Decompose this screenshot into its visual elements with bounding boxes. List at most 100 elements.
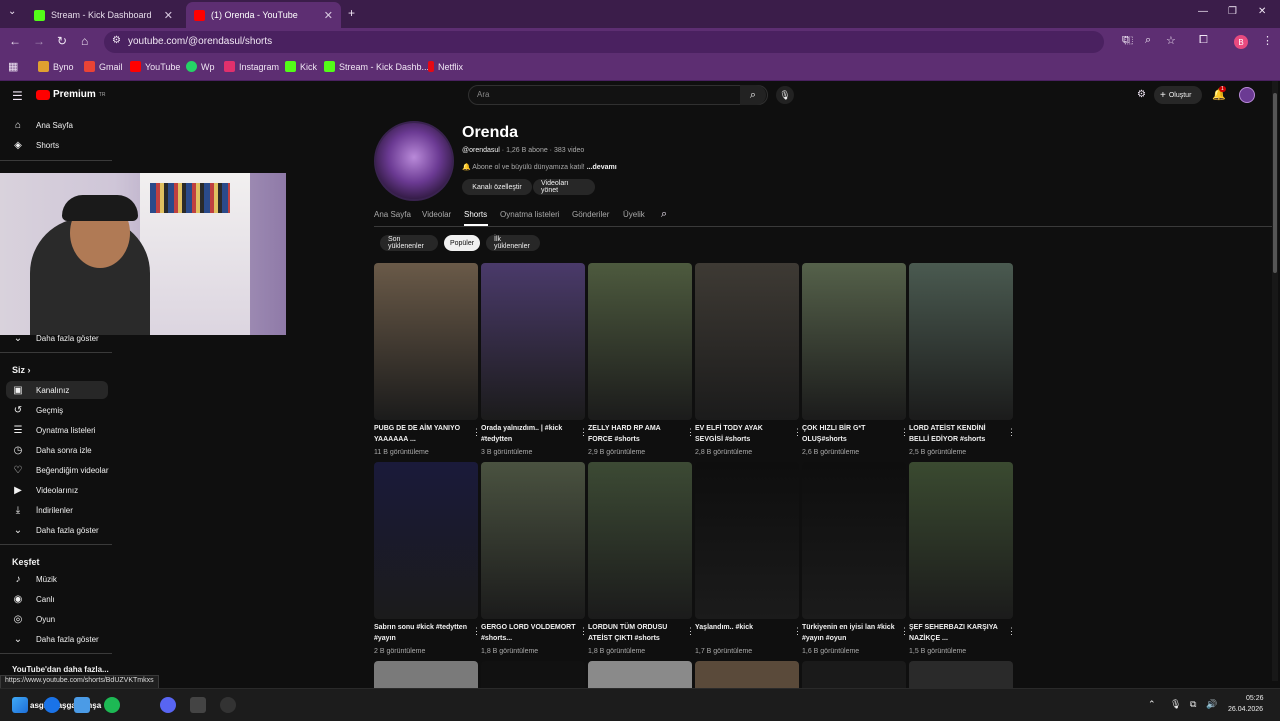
mic-icon[interactable]: 🎙 <box>776 86 794 104</box>
close-tab-icon[interactable]: ✕ <box>324 9 333 22</box>
short-thumbnail[interactable] <box>909 462 1013 619</box>
more-options-icon[interactable]: ⋮ <box>1007 626 1016 637</box>
bookmark-byno[interactable]: Byno <box>38 61 74 72</box>
tab-shorts[interactable]: Shorts <box>464 210 487 219</box>
app-taskbar-icon[interactable] <box>74 697 90 713</box>
tray-mic-icon[interactable]: 🎙 <box>1170 699 1181 710</box>
sidebar-item-downloads[interactable]: ⤓ İndirilenler <box>12 505 73 516</box>
short-thumbnail[interactable] <box>588 661 692 689</box>
channel-avatar[interactable] <box>374 121 454 201</box>
short-title[interactable]: ŞEF SEHERBAZI KARŞIYA NAZİKÇE ... <box>909 622 1005 644</box>
create-button[interactable]: + Oluştur <box>1154 86 1202 104</box>
home-browser-icon[interactable]: ⌂ <box>81 34 88 48</box>
scrollbar-thumb[interactable] <box>1273 93 1277 273</box>
short-thumbnail[interactable] <box>695 462 799 619</box>
bookmark-kick[interactable]: Kick <box>285 61 317 72</box>
tray-chevron-icon[interactable]: ⌃ <box>1148 699 1156 710</box>
search-input[interactable]: Ara <box>468 85 768 105</box>
chrome-taskbar-icon[interactable] <box>44 697 60 713</box>
more-options-icon[interactable]: ⋮ <box>900 626 909 637</box>
more-options-icon[interactable]: ⋮ <box>472 626 481 637</box>
network-icon[interactable]: ⧉ <box>1190 699 1196 710</box>
volume-icon[interactable]: 🔊 <box>1206 699 1217 710</box>
windows-start-icon[interactable] <box>12 697 28 713</box>
short-thumbnail[interactable] <box>374 263 478 420</box>
tab-membership[interactable]: Üyelik <box>623 210 645 219</box>
sidebar-item-watch-later[interactable]: ◷ Daha sonra izle <box>12 445 92 456</box>
extensions-icon[interactable]: ⧠ <box>1199 34 1208 47</box>
tab-playlists[interactable]: Oynatma listeleri <box>500 210 560 219</box>
short-thumbnail[interactable] <box>588 263 692 420</box>
site-info-icon[interactable]: ⚙ <box>112 35 121 46</box>
filter-popular[interactable]: Popüler <box>444 235 480 251</box>
page-scrollbar[interactable] <box>1272 81 1278 681</box>
bookmark-youtube[interactable]: YouTube <box>130 61 180 72</box>
manage-videos-button[interactable]: Videoları yönet <box>533 179 595 195</box>
more-options-icon[interactable]: ⋮ <box>1007 427 1016 438</box>
discord-taskbar-icon[interactable] <box>160 697 176 713</box>
maximize-icon[interactable]: ❐ <box>1228 6 1237 17</box>
tab-youtube-orenda[interactable]: (1) Orenda - YouTube ✕ <box>186 2 341 28</box>
short-thumbnail[interactable] <box>374 661 478 689</box>
more-options-icon[interactable]: ⋮ <box>579 427 588 438</box>
menu-icon[interactable]: ⋮ <box>1262 34 1273 47</box>
sidebar-more-3[interactable]: ⌄ Daha fazla göster <box>12 634 99 645</box>
reload-icon[interactable]: ↻ <box>57 34 67 48</box>
more-options-icon[interactable]: ⋮ <box>686 427 695 438</box>
short-title[interactable]: LORDUN TÜM ORDUSU ATEİST ÇIKTI #shorts <box>588 622 684 644</box>
minimize-icon[interactable]: — <box>1198 6 1208 17</box>
short-thumbnail[interactable] <box>909 661 1013 689</box>
close-tab-icon[interactable]: ✕ <box>164 9 173 22</box>
short-thumbnail[interactable] <box>802 661 906 689</box>
sidebar-item-your-videos[interactable]: ▶ Videolarınız <box>12 485 78 496</box>
sidebar-item-gaming[interactable]: ◎ Oyun <box>12 614 56 625</box>
tab-home[interactable]: Ana Sayfa <box>374 210 411 219</box>
filter-oldest[interactable]: İlk yüklenenler <box>486 235 540 251</box>
bookmark-wp[interactable]: Wp <box>186 61 215 72</box>
short-title[interactable]: ÇOK HIZLI BİR G*T OLUŞ#shorts <box>802 423 898 445</box>
tab-posts[interactable]: Gönderiler <box>572 210 609 219</box>
more-options-icon[interactable]: ⋮ <box>793 427 802 438</box>
short-thumbnail[interactable] <box>481 661 585 689</box>
sidebar-item-history[interactable]: ↺ Geçmiş <box>12 405 63 416</box>
back-icon[interactable]: ← <box>9 34 21 48</box>
channel-search-icon[interactable]: ⌕ <box>661 208 667 221</box>
more-link[interactable]: ...devamı <box>587 164 617 171</box>
short-thumbnail[interactable] <box>802 462 906 619</box>
window-close-icon[interactable]: ✕ <box>1258 6 1266 17</box>
short-thumbnail[interactable] <box>695 263 799 420</box>
spotify-taskbar-icon[interactable] <box>104 697 120 713</box>
tab-videos[interactable]: Videolar <box>422 210 451 219</box>
zoom-icon[interactable]: ⌕ <box>1145 34 1151 47</box>
short-title[interactable]: ZELLY HARD RP AMA FORCE #shorts <box>588 423 684 445</box>
address-bar[interactable]: ⚙ youtube.com/@orendasul/shorts ⬚ <box>104 31 1133 53</box>
more-options-icon[interactable]: ⋮ <box>793 626 802 637</box>
short-title[interactable]: PUBG DE DE AİM YANIYO YAAAAAA ... <box>374 423 470 445</box>
bookmark-gmail[interactable]: Gmail <box>84 61 123 72</box>
app2-taskbar-icon[interactable] <box>220 697 236 713</box>
sidebar-more-2[interactable]: ⌄ Daha fazla göster <box>12 525 99 536</box>
tab-kick-dashboard[interactable]: Stream - Kick Dashboard ✕ <box>26 2 181 28</box>
sidebar-item-music[interactable]: ♪ Müzik <box>12 574 57 585</box>
sidebar-item-liked[interactable]: ♡ Beğendiğim videolar <box>12 465 109 476</box>
tab-search-icon[interactable]: ⌄ <box>8 6 16 17</box>
sidebar-item-channel[interactable]: ▣ Kanalınız <box>12 385 69 396</box>
short-thumbnail[interactable] <box>695 661 799 689</box>
account-avatar[interactable] <box>1239 87 1255 103</box>
short-thumbnail[interactable] <box>481 263 585 420</box>
short-title[interactable]: GERGO LORD VOLDEMORT #shorts... <box>481 622 577 644</box>
clock-date[interactable]: 26.04.2026 <box>1228 706 1263 713</box>
bookmark-star-icon[interactable]: ☆ <box>1166 34 1176 47</box>
sidebar-item-playlists[interactable]: ☰ Oynatma listeleri <box>12 425 96 436</box>
bookmark-instagram[interactable]: Instagram <box>224 61 279 72</box>
bookmark-netflix[interactable]: Netflix <box>428 61 463 72</box>
more-options-icon[interactable]: ⋮ <box>686 626 695 637</box>
short-thumbnail[interactable] <box>909 263 1013 420</box>
short-title[interactable]: Türkiyenin en iyisi lan #kick #yayın #oy… <box>802 622 898 644</box>
cast-icon[interactable]: ⧉ <box>1122 34 1130 47</box>
new-tab-icon[interactable]: + <box>348 6 355 20</box>
channel-description[interactable]: 🔔 Abone ol ve büyülü dünyamıza katıl! ..… <box>462 163 617 171</box>
short-title[interactable]: EV ELFİ TODY AYAK SEVGİSİ #shorts <box>695 423 791 445</box>
obs-taskbar-icon[interactable] <box>190 697 206 713</box>
bookmark-kick-dashboard[interactable]: Stream - Kick Dashb... <box>324 61 429 72</box>
